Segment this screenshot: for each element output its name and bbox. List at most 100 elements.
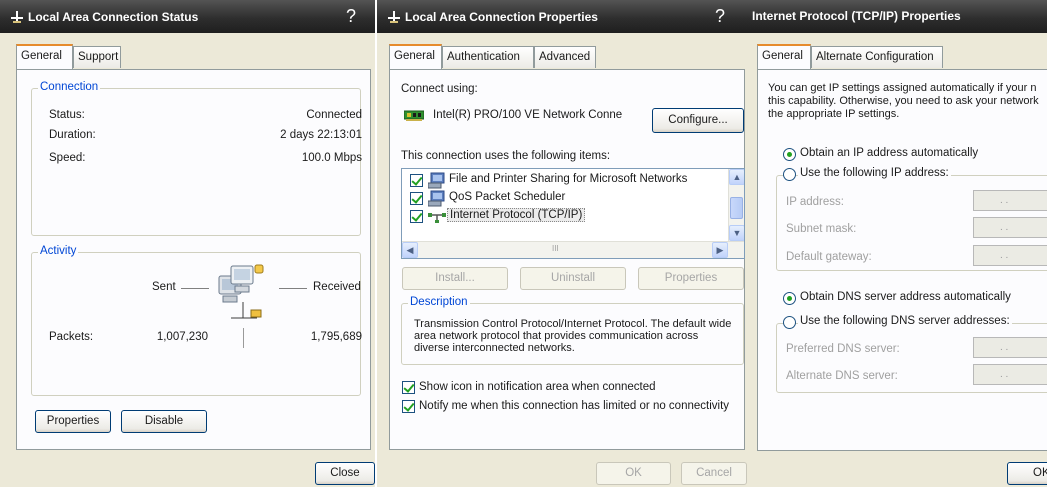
ok-button[interactable]: OK bbox=[1007, 462, 1047, 485]
close-button[interactable]: Close bbox=[315, 462, 375, 485]
use-ip-radio[interactable] bbox=[783, 168, 796, 181]
ip-address-field[interactable]: . . bbox=[973, 190, 1047, 211]
obtain-ip-radio[interactable] bbox=[783, 148, 796, 161]
intro-line-3: the appropriate IP settings. bbox=[768, 108, 900, 120]
status-value: Connected bbox=[306, 109, 362, 121]
notify-checkbox[interactable] bbox=[402, 400, 415, 413]
alternate-dns-label: Alternate DNS server: bbox=[786, 370, 898, 382]
list-item[interactable]: QoS Packet Scheduler bbox=[402, 190, 728, 207]
show-icon-checkbox[interactable] bbox=[402, 381, 415, 394]
protocol-icon bbox=[428, 213, 446, 223]
obtain-ip-label: Obtain an IP address automatically bbox=[800, 147, 979, 159]
description-text: Transmission Control Protocol/Internet P… bbox=[414, 318, 732, 354]
tcpip-window: Internet Protocol (TCP/IP) Properties Ge… bbox=[747, 0, 1047, 487]
item-checkbox[interactable] bbox=[410, 192, 423, 205]
notify-label: Notify me when this connection has limit… bbox=[419, 400, 730, 412]
status-title-bar[interactable]: Local Area Connection Status ? bbox=[0, 0, 375, 33]
show-icon-label: Show icon in notification area when conn… bbox=[419, 381, 656, 393]
list-item[interactable]: Internet Protocol (TCP/IP) bbox=[402, 208, 728, 225]
network-service-icon bbox=[428, 172, 445, 189]
properties-button[interactable]: Properties bbox=[35, 410, 111, 433]
properties-window-title: Local Area Connection Properties bbox=[405, 10, 598, 24]
default-gateway-field[interactable]: . . bbox=[973, 245, 1047, 266]
items-listbox[interactable]: File and Printer Sharing for Microsoft N… bbox=[401, 168, 745, 259]
properties-general-panel: Connect using: Intel(R) PRO/100 VE Netwo… bbox=[389, 69, 745, 450]
packets-divider bbox=[243, 328, 244, 348]
tab-alternate-configuration[interactable]: Alternate Configuration bbox=[811, 46, 943, 68]
default-gateway-label: Default gateway: bbox=[786, 251, 872, 263]
tab-advanced[interactable]: Advanced bbox=[534, 46, 596, 68]
subnet-mask-label: Subnet mask: bbox=[786, 223, 857, 235]
disable-button[interactable]: Disable bbox=[121, 410, 207, 433]
subnet-mask-dots: . . bbox=[1000, 222, 1009, 233]
tcpip-general-panel: You can get IP settings assigned automat… bbox=[757, 69, 1047, 451]
network-connection-icon bbox=[11, 11, 23, 23]
preferred-dns-label: Preferred DNS server: bbox=[786, 343, 900, 355]
intro-line-1: You can get IP settings assigned automat… bbox=[768, 82, 1037, 94]
description-group: Description Transmission Control Protoco… bbox=[401, 296, 744, 365]
scroll-left-icon[interactable]: ◀ bbox=[402, 242, 418, 258]
items-label: This connection uses the following items… bbox=[401, 150, 611, 162]
duration-label: Duration: bbox=[49, 129, 96, 141]
item-label: Internet Protocol (TCP/IP) bbox=[447, 208, 586, 222]
status-window: Local Area Connection Status ? General S… bbox=[0, 0, 375, 487]
received-label: Received bbox=[313, 281, 361, 293]
sent-label: Sent bbox=[152, 281, 176, 293]
use-dns-radio[interactable] bbox=[783, 316, 796, 329]
uninstall-button[interactable]: Uninstall bbox=[520, 267, 626, 290]
list-item[interactable]: File and Printer Sharing for Microsoft N… bbox=[402, 172, 728, 189]
tab-general[interactable]: General bbox=[389, 44, 442, 69]
alternate-dns-field[interactable]: . . bbox=[973, 364, 1047, 385]
scroll-right-icon[interactable]: ▶ bbox=[712, 242, 728, 258]
duration-value: 2 days 22:13:01 bbox=[280, 129, 362, 141]
status-general-panel: Connection Status: Connected Duration: 2… bbox=[16, 69, 371, 450]
preferred-dns-field[interactable]: . . bbox=[973, 337, 1047, 358]
sent-line bbox=[181, 288, 209, 289]
adapter-name: Intel(R) PRO/100 VE Network Conne bbox=[433, 109, 623, 121]
item-checkbox[interactable] bbox=[410, 210, 423, 223]
tab-authentication[interactable]: Authentication bbox=[442, 46, 534, 68]
items-vertical-scrollbar[interactable]: ▲ ▼ bbox=[728, 169, 744, 241]
scroll-thumb[interactable] bbox=[730, 197, 743, 219]
scroll-down-icon[interactable]: ▼ bbox=[729, 225, 744, 241]
item-checkbox[interactable] bbox=[410, 174, 423, 187]
network-service-icon bbox=[428, 190, 445, 207]
install-button[interactable]: Install... bbox=[402, 267, 508, 290]
connection-group-label: Connection bbox=[38, 81, 101, 93]
status-label: Status: bbox=[49, 109, 85, 121]
obtain-dns-radio[interactable] bbox=[783, 292, 796, 305]
tab-support[interactable]: Support bbox=[73, 46, 121, 68]
scroll-up-icon[interactable]: ▲ bbox=[729, 169, 744, 185]
tab-general[interactable]: General bbox=[757, 44, 811, 69]
help-button[interactable]: ? bbox=[340, 3, 362, 29]
tcpip-title-bar[interactable]: Internet Protocol (TCP/IP) Properties bbox=[747, 0, 1047, 33]
network-connection-icon bbox=[388, 11, 400, 23]
item-label: QoS Packet Scheduler bbox=[449, 191, 566, 203]
activity-group: Activity bbox=[31, 245, 361, 396]
received-line bbox=[279, 288, 307, 289]
speed-label: Speed: bbox=[49, 152, 86, 164]
ok-button[interactable]: OK bbox=[596, 462, 671, 485]
tcpip-window-title: Internet Protocol (TCP/IP) Properties bbox=[752, 9, 961, 23]
ip-address-label: IP address: bbox=[786, 196, 844, 208]
packets-sent-value: 1,007,230 bbox=[156, 331, 208, 343]
network-computers-icon bbox=[218, 264, 264, 319]
packets-received-value: 1,795,689 bbox=[310, 331, 362, 343]
alternate-dns-dots: . . bbox=[1000, 369, 1009, 380]
use-dns-label: Use the following DNS server addresses: bbox=[798, 315, 1012, 327]
subnet-mask-field[interactable]: . . bbox=[973, 217, 1047, 238]
packets-label: Packets: bbox=[49, 331, 94, 343]
item-properties-button[interactable]: Properties bbox=[638, 267, 744, 290]
configure-button[interactable]: Configure... bbox=[652, 108, 744, 133]
help-button[interactable]: ? bbox=[709, 3, 731, 29]
items-horizontal-scrollbar[interactable]: ◀ III ▶ bbox=[402, 241, 744, 258]
network-adapter-icon bbox=[404, 110, 424, 121]
cancel-button[interactable]: Cancel bbox=[681, 462, 747, 485]
speed-value: 100.0 Mbps bbox=[301, 152, 362, 164]
properties-title-bar[interactable]: Local Area Connection Properties ? bbox=[377, 0, 747, 33]
activity-group-label: Activity bbox=[38, 245, 79, 257]
status-window-title: Local Area Connection Status bbox=[28, 10, 199, 24]
scroll-grip: III bbox=[552, 244, 559, 253]
tab-general[interactable]: General bbox=[16, 44, 73, 69]
intro-line-2: this capability. Otherwise, you need to … bbox=[768, 95, 1039, 107]
